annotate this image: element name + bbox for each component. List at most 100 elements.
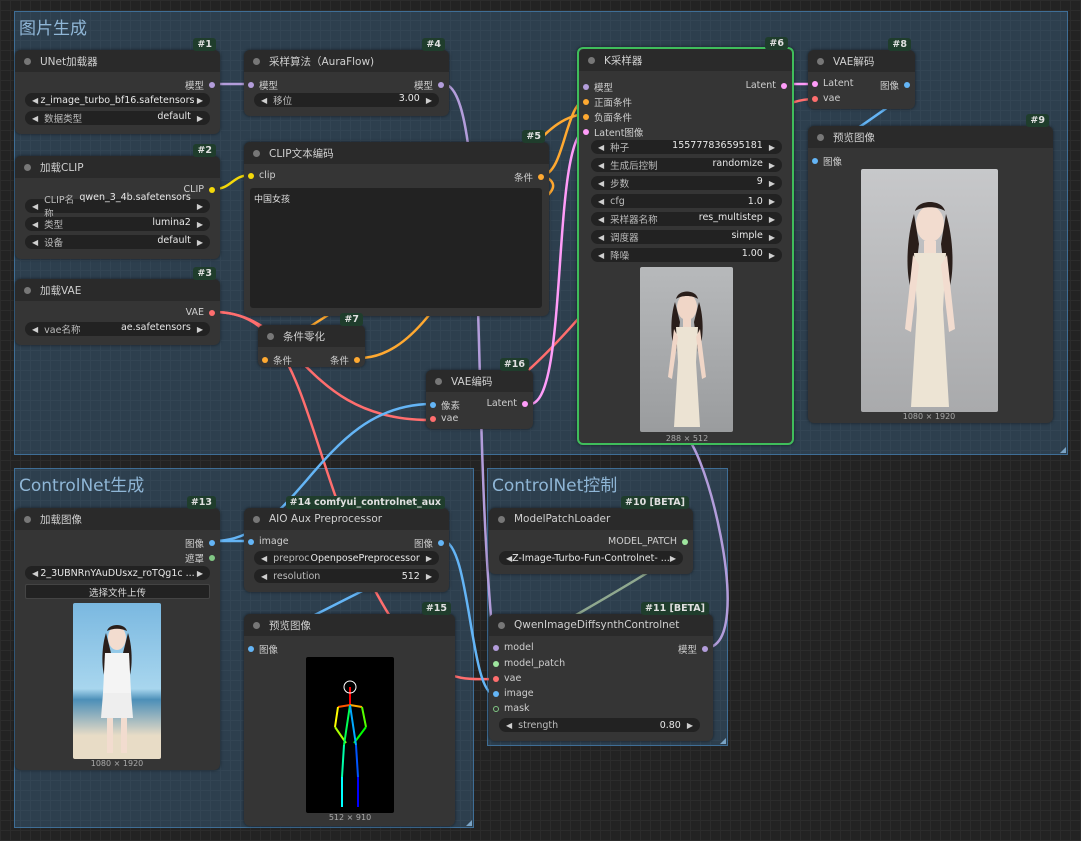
prompt-textarea[interactable]: 中国女孩 [250, 188, 542, 308]
pin-icon[interactable] [493, 644, 499, 651]
node-title[interactable]: 预览图像 [244, 614, 455, 636]
input-model[interactable]: model [493, 642, 534, 653]
pin-icon[interactable] [354, 357, 360, 363]
arrow-right-icon[interactable]: ▶ [197, 202, 203, 211]
node-preview-pose[interactable]: #15 预览图像 图像 512 × 910 [244, 602, 455, 826]
widget-sampler-name[interactable]: ◀ 采样器名称 res_multistep ▶ [591, 212, 782, 226]
collapse-dot-icon[interactable] [267, 332, 274, 340]
arrow-right-icon[interactable]: ▶ [426, 572, 432, 581]
widget-patch-name[interactable]: ◀ Z-Image-Turbo-Fun-Controlnet- ... ▶ [499, 551, 683, 565]
node-load-image[interactable]: #13 加载图像 图像 遮罩 ◀ 2_3UBNRnYAuDUsxz_roTQg1c… [15, 496, 220, 770]
widget-vae-name[interactable]: ◀ vae名称 ae.safetensors ▶ [25, 322, 210, 336]
node-title[interactable]: 加载CLIP [15, 156, 220, 178]
node-title[interactable]: VAE编码 [426, 370, 533, 392]
widget-image-file[interactable]: ◀ 2_3UBNRnYAuDUsxz_roTQg1c ... ▶ [25, 566, 210, 580]
input-mask[interactable]: mask [493, 703, 530, 714]
arrow-right-icon[interactable]: ▶ [769, 179, 775, 188]
arrow-right-icon[interactable]: ▶ [769, 251, 775, 260]
widget-strength[interactable]: ◀ strength 0.80 ▶ [499, 718, 700, 732]
arrow-right-icon[interactable]: ▶ [197, 238, 203, 247]
output-image[interactable]: 图像 [414, 536, 444, 550]
input-pixels[interactable]: 像素 [430, 398, 460, 412]
node-title[interactable]: 条件零化 [258, 325, 365, 347]
node-preview-image[interactable]: #9 预览图像 图像 1080 × 1920 [808, 114, 1053, 423]
node-title[interactable]: 采样算法（AuraFlow) [244, 50, 449, 72]
node-title[interactable]: 预览图像 [808, 126, 1053, 148]
arrow-right-icon[interactable]: ▶ [197, 220, 203, 229]
arrow-right-icon[interactable]: ▶ [769, 197, 775, 206]
arrow-right-icon[interactable]: ▶ [426, 554, 432, 563]
collapse-dot-icon[interactable] [253, 621, 260, 629]
pin-icon[interactable] [904, 82, 910, 88]
input-positive[interactable]: 正面条件 [583, 95, 632, 109]
collapse-dot-icon[interactable] [253, 57, 260, 65]
pin-icon[interactable] [248, 646, 254, 652]
node-conditioning-zero-out[interactable]: #7 条件零化 条件 条件 [258, 313, 365, 367]
widget-control-after-generate[interactable]: ◀ 生成后控制 randomize ▶ [591, 158, 782, 172]
pin-icon[interactable] [493, 690, 499, 697]
output-latent[interactable]: Latent [746, 80, 787, 91]
node-unet-loader[interactable]: #1 UNet加载器 模型 ◀ z_image_turbo_bf16.safete… [15, 38, 220, 134]
node-title[interactable]: QwenImageDiffsynthControlnet [489, 614, 713, 636]
widget-resolution[interactable]: ◀ resolution 512 ▶ [254, 569, 439, 583]
output-model[interactable]: 模型 [678, 642, 708, 656]
arrow-right-icon[interactable]: ▶ [687, 721, 693, 730]
output-model-patch[interactable]: MODEL_PATCH [608, 536, 688, 547]
arrow-right-icon[interactable]: ▶ [197, 96, 203, 105]
pin-icon[interactable] [209, 540, 215, 546]
collapse-dot-icon[interactable] [498, 515, 505, 523]
node-title[interactable]: AIO Aux Preprocessor [244, 508, 449, 530]
pin-icon[interactable] [583, 99, 589, 105]
pin-icon[interactable] [209, 555, 215, 561]
node-load-clip[interactable]: #2 加载CLIP CLIP ◀ CLIP名称 qwen_3_4b.safetens… [15, 144, 220, 259]
arrow-left-icon[interactable]: ◀ [32, 569, 38, 578]
upload-button[interactable]: 选择文件上传 [25, 584, 210, 599]
pin-icon[interactable] [209, 309, 215, 316]
widget-denoise[interactable]: ◀ 降噪 1.00 ▶ [591, 248, 782, 262]
node-model-patch-loader[interactable]: #10 [BETA] ModelPatchLoader MODEL_PATCH … [489, 496, 693, 574]
output-model[interactable]: 模型 [185, 78, 215, 92]
arrow-right-icon[interactable]: ▶ [197, 114, 203, 123]
widget-dtype[interactable]: ◀ 数据类型 default ▶ [25, 111, 210, 125]
node-load-vae[interactable]: #3 加载VAE VAE ◀ vae名称 ae.safetensors ▶ [15, 267, 220, 345]
node-title[interactable]: UNet加载器 [15, 50, 220, 72]
node-title[interactable]: 加载VAE [15, 279, 220, 301]
node-qwen-diffsynth-controlnet[interactable]: #11 [BETA] QwenImageDiffsynthControlnet … [489, 602, 713, 741]
widget-steps[interactable]: ◀ 步数 9 ▶ [591, 176, 782, 190]
input-image[interactable]: image [493, 688, 534, 699]
arrow-right-icon[interactable]: ▶ [769, 215, 775, 224]
pin-icon[interactable] [812, 158, 818, 164]
output-image[interactable]: 图像 [880, 78, 910, 92]
node-title[interactable]: CLIP文本编码 [244, 142, 549, 164]
collapse-dot-icon[interactable] [24, 57, 31, 65]
widget-clip-type[interactable]: ◀ 类型 lumina2 ▶ [25, 217, 210, 231]
collapse-dot-icon[interactable] [253, 149, 260, 157]
pin-icon[interactable] [583, 129, 589, 135]
collapse-dot-icon[interactable] [253, 515, 260, 523]
pin-icon[interactable] [493, 660, 499, 667]
pin-icon[interactable] [538, 174, 544, 180]
widget-cfg[interactable]: ◀ cfg 1.0 ▶ [591, 194, 782, 208]
output-conditioning[interactable]: 条件 [330, 353, 360, 367]
collapse-dot-icon[interactable] [435, 377, 442, 385]
pin-icon[interactable] [812, 95, 818, 102]
collapse-dot-icon[interactable] [24, 163, 31, 171]
collapse-dot-icon[interactable] [817, 57, 824, 65]
pin-icon[interactable] [781, 82, 787, 89]
widget-unet-name[interactable]: ◀ z_image_turbo_bf16.safetensors ▶ [25, 93, 210, 107]
arrow-right-icon[interactable]: ▶ [197, 569, 203, 578]
node-vae-decode[interactable]: #8 VAE解码 Latent 图像 vae [808, 38, 915, 109]
pin-icon[interactable] [262, 357, 268, 363]
input-negative[interactable]: 负面条件 [583, 110, 632, 124]
widget-clip-name[interactable]: ◀ CLIP名称 qwen_3_4b.safetensors ▶ [25, 192, 210, 220]
pin-icon[interactable] [430, 415, 436, 422]
pin-icon[interactable] [248, 538, 254, 545]
input-image[interactable]: 图像 [248, 642, 278, 656]
arrow-right-icon[interactable]: ▶ [197, 325, 203, 334]
collapse-dot-icon[interactable] [817, 133, 824, 141]
node-vae-encode[interactable]: #16 VAE编码 像素 Latent vae [426, 358, 533, 429]
pin-icon[interactable] [702, 646, 708, 652]
node-model-sampling-auraflow[interactable]: #4 采样算法（AuraFlow) 模型 模型 ◀ 移位 3.00 ▶ [244, 38, 449, 116]
arrow-right-icon[interactable]: ▶ [769, 233, 775, 242]
pin-icon[interactable] [493, 705, 499, 712]
